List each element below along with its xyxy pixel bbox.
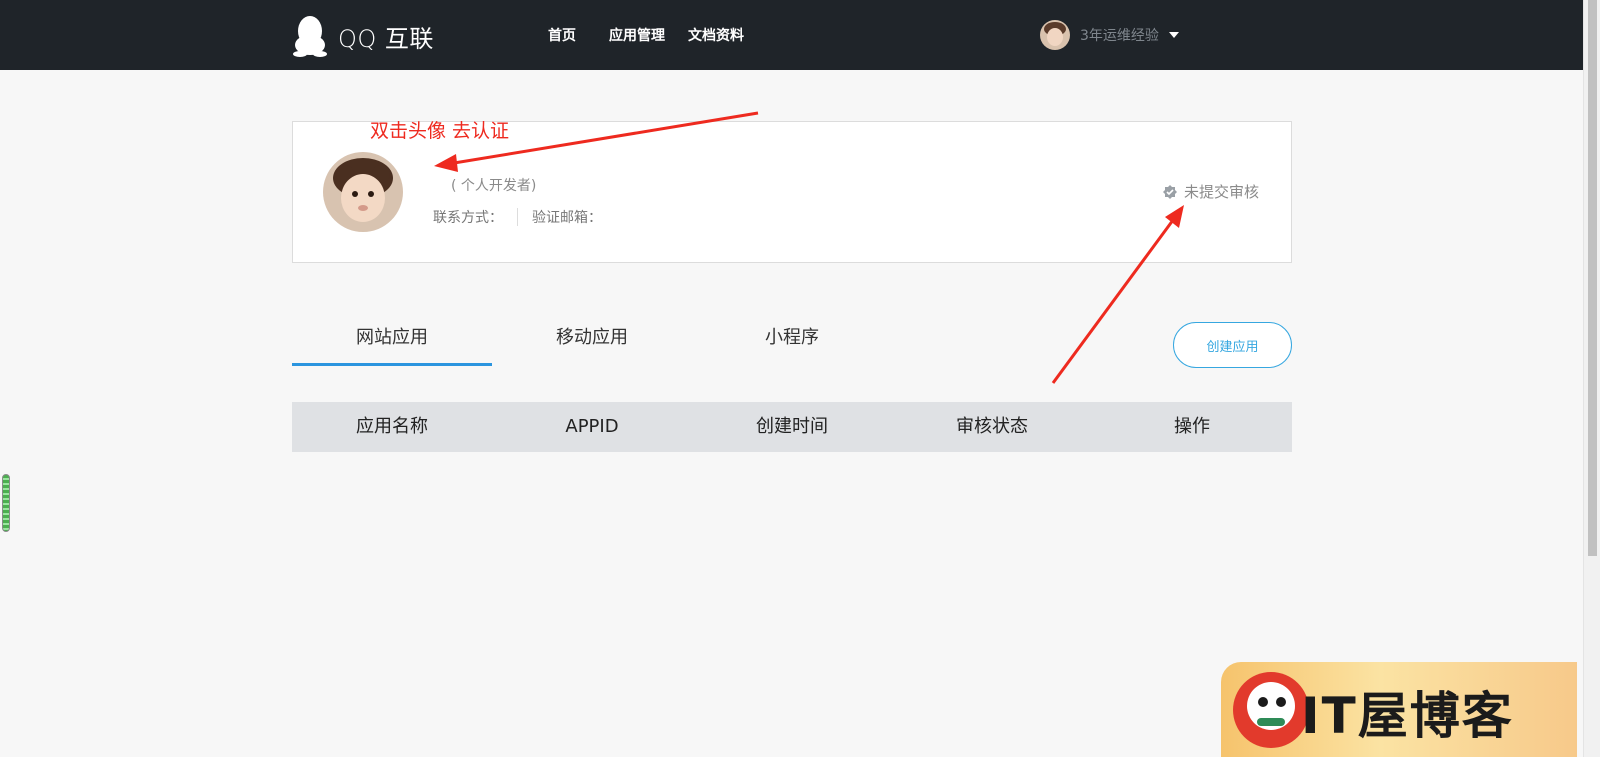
review-status: 未提交审核 bbox=[1162, 181, 1259, 202]
user-name: 3年运维经验 bbox=[1080, 28, 1159, 44]
column-header-review-status: 审核状态 bbox=[956, 416, 1028, 437]
contact-info: 联系方式： 验证邮箱： bbox=[433, 207, 602, 227]
divider bbox=[517, 208, 518, 226]
top-nav-bar: QQ 互联 首页 应用管理 文档资料 3年运维经验 bbox=[0, 0, 1583, 70]
app-type-tabs: 网站应用 移动应用 小程序 bbox=[292, 318, 892, 366]
qq-connect-logo[interactable]: QQ 互联 bbox=[292, 14, 434, 58]
nav-app-management[interactable]: 应用管理 bbox=[609, 25, 665, 45]
nav-docs[interactable]: 文档资料 bbox=[688, 25, 744, 45]
nav-home[interactable]: 首页 bbox=[548, 25, 576, 45]
profile-avatar[interactable] bbox=[323, 152, 403, 232]
contact-label: 联系方式： bbox=[433, 210, 503, 226]
user-menu[interactable]: 3年运维经验 bbox=[1040, 20, 1179, 50]
qq-penguin-icon bbox=[293, 16, 327, 57]
column-header-created-time: 创建时间 bbox=[756, 416, 828, 437]
scrollbar-thumb[interactable] bbox=[1588, 0, 1597, 556]
watermark-text: IT屋博客 bbox=[1301, 687, 1514, 745]
user-avatar[interactable] bbox=[1040, 20, 1070, 50]
tab-mini-programs[interactable]: 小程序 bbox=[692, 318, 892, 366]
logo-text: QQ 互联 bbox=[338, 24, 434, 53]
verified-badge-icon bbox=[1162, 184, 1177, 199]
tab-website-apps[interactable]: 网站应用 bbox=[292, 318, 492, 366]
status-text: 未提交审核 bbox=[1183, 183, 1259, 201]
table-header: 应用名称 APPID 创建时间 审核状态 操作 bbox=[292, 402, 1292, 452]
tab-mobile-apps[interactable]: 移动应用 bbox=[492, 318, 692, 366]
developer-type: ( 个人开发者) bbox=[451, 178, 537, 194]
vertical-scrollbar[interactable] bbox=[1583, 0, 1600, 757]
main-nav: 首页 应用管理 文档资料 bbox=[548, 25, 767, 45]
create-app-button[interactable]: 创建应用 bbox=[1173, 322, 1292, 368]
annotation-arrows bbox=[434, 111, 1184, 384]
watermark-banner: IT屋博客 bbox=[1221, 662, 1577, 757]
column-header-appid: APPID bbox=[565, 416, 619, 437]
developer-profile-card: 双击头像 去认证 ( 个人开发者) 联系方式： 验证邮箱： 未提交审核 bbox=[292, 120, 1292, 263]
email-label: 验证邮箱： bbox=[532, 210, 602, 226]
annotation-text: 双击头像 去认证 bbox=[370, 120, 510, 142]
chevron-down-icon[interactable] bbox=[1168, 32, 1179, 38]
side-drag-handle[interactable] bbox=[2, 474, 10, 532]
column-header-app-name: 应用名称 bbox=[356, 416, 428, 437]
column-header-actions: 操作 bbox=[1174, 416, 1210, 437]
